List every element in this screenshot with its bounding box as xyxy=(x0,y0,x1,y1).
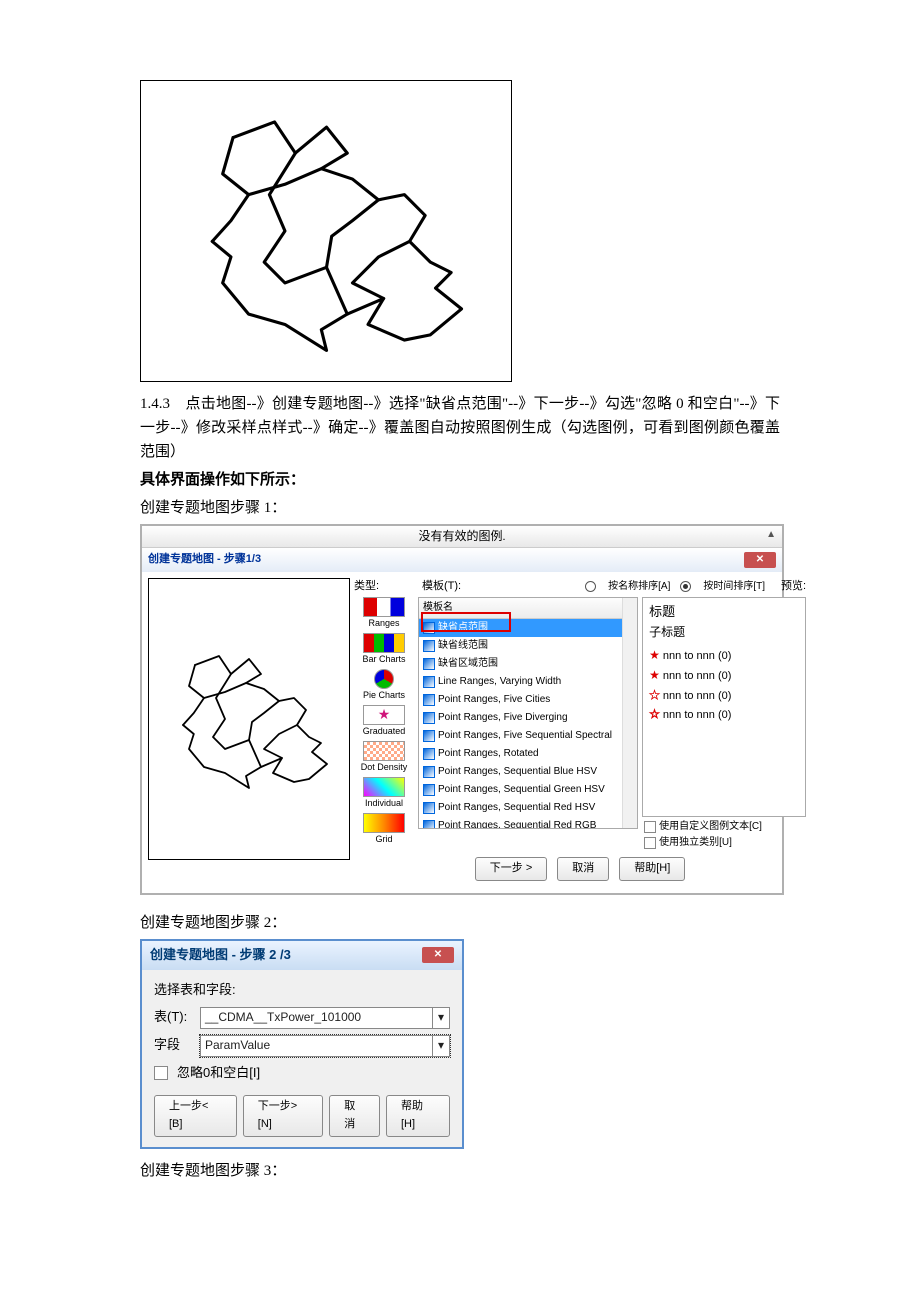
map-preview-cell xyxy=(148,578,350,860)
field-combo[interactable]: ParamValue ▾ xyxy=(200,1035,450,1057)
dialog-step1: 没有有效的图例. ▲ 创建专题地图 - 步骤1/3 ✕ xyxy=(140,524,784,895)
list-item: Point Ranges, Five Cities xyxy=(419,691,637,709)
close-icon[interactable]: ✕ xyxy=(422,947,454,963)
swatch-icon xyxy=(423,820,435,829)
chevron-down-icon[interactable]: ▾ xyxy=(432,1036,449,1056)
type-label: 类型: xyxy=(354,578,412,596)
select-table-field-label: 选择表和字段: xyxy=(154,980,450,1001)
type-grid-icon[interactable] xyxy=(363,813,405,833)
star-outline-icon: ☆ xyxy=(649,707,660,721)
list-item: Point Ranges, Rotated xyxy=(419,745,637,763)
list-item: Point Ranges, Sequential Red HSV xyxy=(419,799,637,817)
list-item: Point Ranges, Sequential Red RGB xyxy=(419,817,637,829)
list-item: Line Ranges, Varying Width xyxy=(419,673,637,691)
preview-label: 预览: xyxy=(781,578,806,596)
bold-heading: 具体界面操作如下所示： xyxy=(140,468,780,492)
template-list[interactable]: 模板名 缺省点范围 缺省线范围 缺省区域范围 Line Ranges, Vary… xyxy=(418,597,638,829)
dialog1-titlebar: 创建专题地图 - 步骤1/3 ✕ xyxy=(142,548,782,572)
list-item: Point Ranges, Five Sequential Spectral xyxy=(419,727,637,745)
back-button[interactable]: 上一步< [B] xyxy=(154,1095,237,1136)
help-button[interactable]: 帮助[H] xyxy=(619,857,685,881)
list-item: 缺省线范围 xyxy=(419,637,637,655)
checkbox-ignore-zero[interactable] xyxy=(154,1066,168,1080)
map-outline-icon xyxy=(159,593,339,845)
template-label: 模板(T): xyxy=(422,578,461,596)
swatch-icon xyxy=(423,730,435,742)
type-individual-icon[interactable] xyxy=(363,777,405,797)
cancel-button[interactable]: 取消 xyxy=(329,1095,380,1136)
step3-label: 创建专题地图步骤 3： xyxy=(140,1159,780,1183)
type-dotdensity-icon[interactable] xyxy=(363,741,405,761)
scrollbar[interactable] xyxy=(622,598,637,828)
checkbox-custom-legend[interactable] xyxy=(644,821,656,833)
close-icon[interactable]: ✕ xyxy=(744,552,776,568)
legend-bar: 没有有效的图例. ▲ xyxy=(142,526,782,548)
next-button[interactable]: 下一步>[N] xyxy=(243,1095,323,1136)
radio-sort-name[interactable] xyxy=(585,581,596,592)
legend-text: 没有有效的图例. xyxy=(418,529,505,543)
sort-name-label: 按名称排序[A] xyxy=(608,579,670,595)
star-icon: ★ xyxy=(649,648,660,662)
type-ranges-icon[interactable] xyxy=(363,597,405,617)
step2-label: 创建专题地图步骤 2： xyxy=(140,911,780,935)
cancel-button[interactable]: 取消 xyxy=(557,857,609,881)
radio-sort-time[interactable] xyxy=(680,581,691,592)
list-item: 缺省区域范围 xyxy=(419,655,637,673)
ignore-label: 忽略0和空白[I] xyxy=(177,1063,260,1084)
type-piecharts-icon[interactable] xyxy=(374,669,394,689)
preview-title: 标题 xyxy=(649,602,799,623)
map-outline-icon xyxy=(160,96,493,366)
star-outline-icon: ★ xyxy=(649,688,660,702)
list-item: Point Ranges, Sequential Blue HSV xyxy=(419,763,637,781)
dialog2-titlebar: 创建专题地图 - 步骤 2 /3 ✕ xyxy=(142,941,462,970)
swatch-icon xyxy=(423,694,435,706)
list-item: Point Ranges, Five Diverging xyxy=(419,709,637,727)
list-item: 缺省点范围 xyxy=(419,619,637,637)
map-figure-1 xyxy=(140,80,512,382)
swatch-icon xyxy=(423,640,435,652)
dialog-step2: 创建专题地图 - 步骤 2 /3 ✕ 选择表和字段: 表(T): __CDMA_… xyxy=(140,939,464,1149)
dialog2-title: 创建专题地图 - 步骤 2 /3 xyxy=(150,945,291,966)
field-label: 字段 xyxy=(154,1035,194,1056)
swatch-icon xyxy=(423,658,435,670)
sort-time-label: 按时间排序[T] xyxy=(703,579,765,595)
swatch-icon xyxy=(423,622,435,634)
swatch-icon xyxy=(423,784,435,796)
template-list-header: 模板名 xyxy=(419,598,637,619)
next-button[interactable]: 下一步 > xyxy=(475,857,547,881)
step1-label: 创建专题地图步骤 1： xyxy=(140,496,780,520)
collapse-icon[interactable]: ▲ xyxy=(766,527,776,543)
preview-column: 标题 子标题 ★ nnn to nnn (0) ★ nnn to nnn (0)… xyxy=(642,597,806,817)
types-column: Ranges Bar Charts Pie Charts ★Graduated … xyxy=(354,597,414,851)
type-barcharts-icon[interactable] xyxy=(363,633,405,653)
swatch-icon xyxy=(423,676,435,688)
chevron-down-icon[interactable]: ▾ xyxy=(432,1008,449,1028)
table-label: 表(T): xyxy=(154,1007,194,1028)
instruction-text: 1.4.3 点击地图--》创建专题地图--》选择"缺省点范围"--》下一步--》… xyxy=(140,392,780,464)
star-icon: ★ xyxy=(649,668,660,682)
checkbox-unique-cat[interactable] xyxy=(644,837,656,849)
swatch-icon xyxy=(423,712,435,724)
swatch-icon xyxy=(423,766,435,778)
list-item: Point Ranges, Sequential Green HSV xyxy=(419,781,637,799)
type-graduated-icon[interactable]: ★ xyxy=(363,705,405,725)
dialog1-title: 创建专题地图 - 步骤1/3 xyxy=(148,551,261,569)
preview-subtitle: 子标题 xyxy=(649,623,799,642)
swatch-icon xyxy=(423,802,435,814)
table-combo[interactable]: __CDMA__TxPower_101000 ▾ xyxy=(200,1007,450,1029)
help-button[interactable]: 帮助[H] xyxy=(386,1095,450,1136)
swatch-icon xyxy=(423,748,435,760)
